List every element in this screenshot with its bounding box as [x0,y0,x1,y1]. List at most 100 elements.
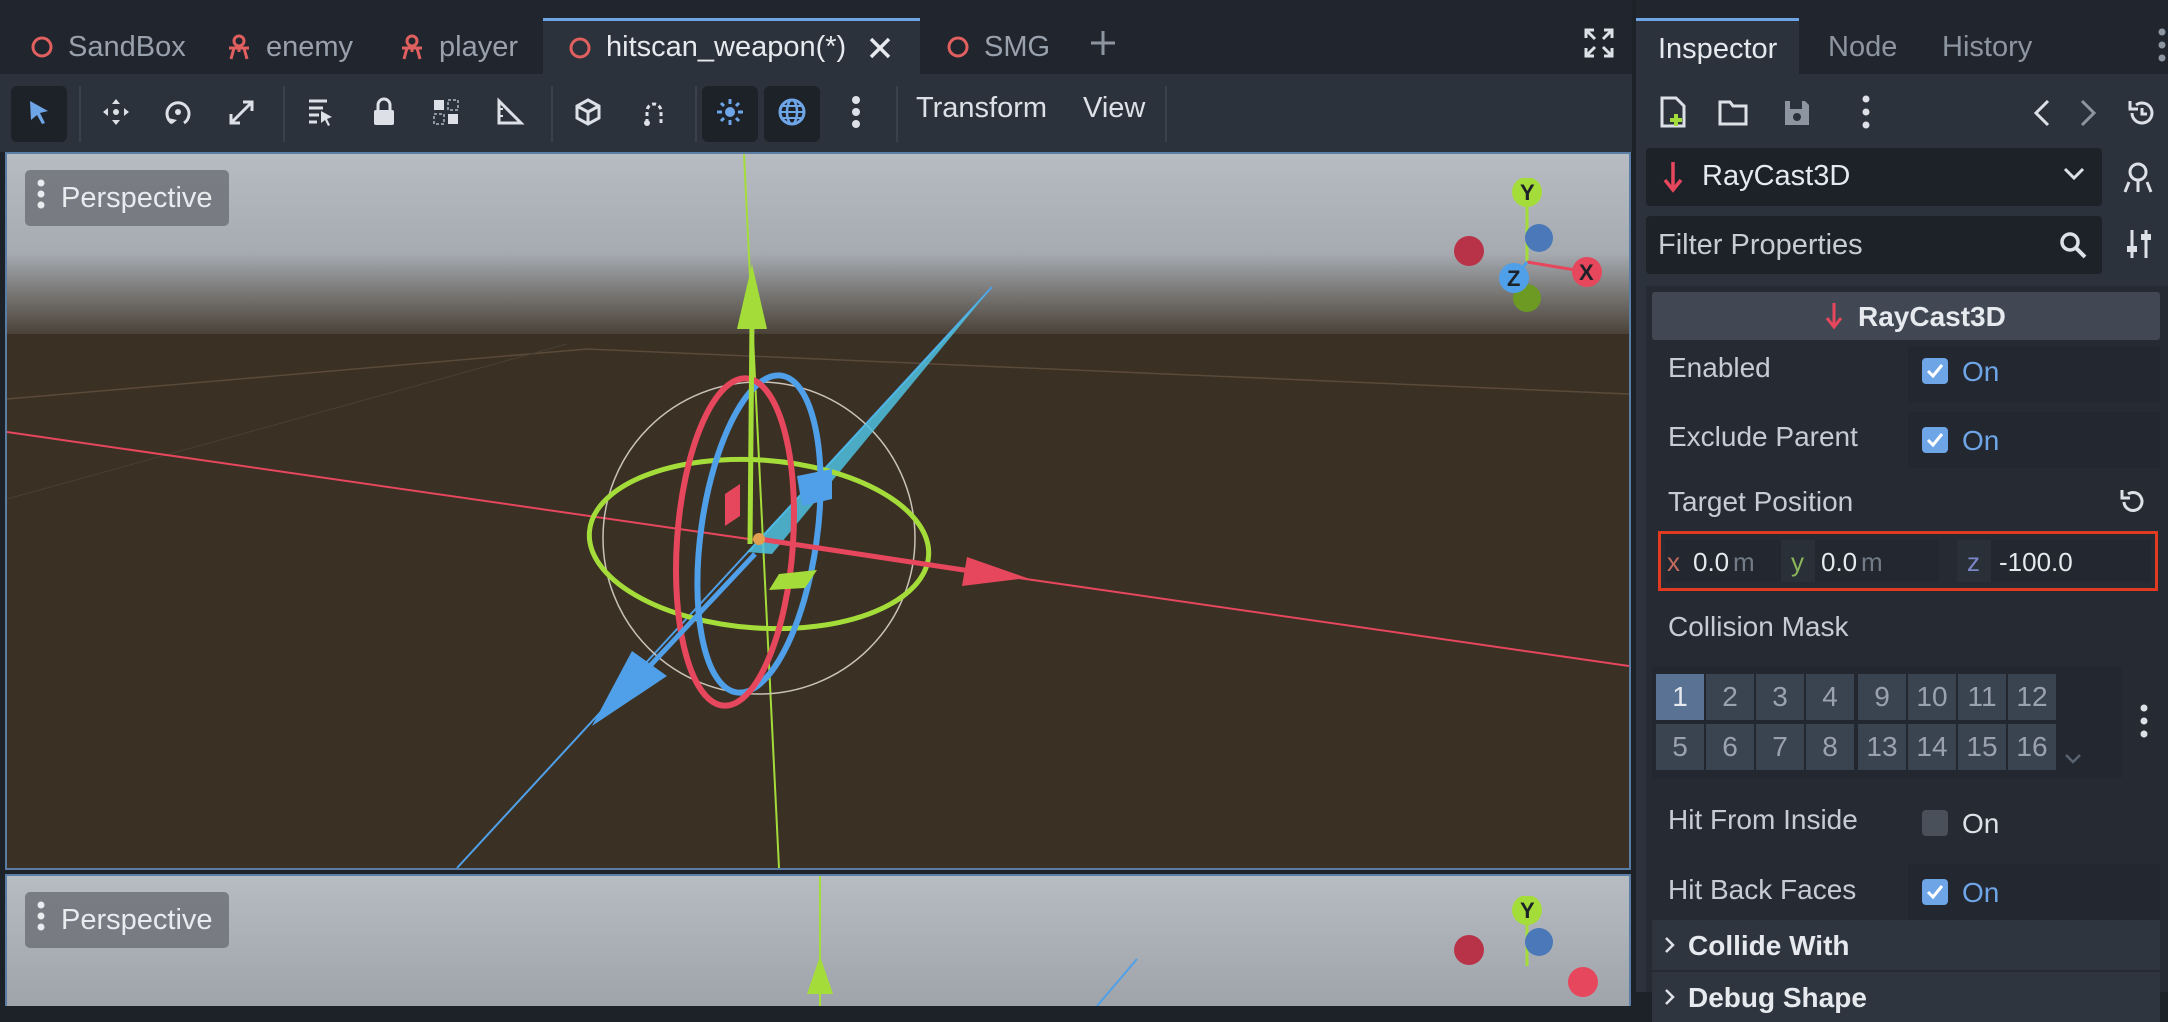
tab-node[interactable]: Node [1828,20,1897,74]
perspective-menu-button[interactable]: Perspective [25,892,229,948]
select-mode-button[interactable] [11,86,67,142]
distraction-free-button[interactable] [1584,20,1614,74]
sun-icon [715,97,745,132]
filter-properties-input[interactable]: Filter Properties [1646,216,2102,274]
mask-layer-11[interactable]: 11 [1958,674,2006,720]
ruler-icon [495,96,525,132]
hit-from-inside-value: On [1962,808,2000,839]
mask-layer-8[interactable]: 8 [1806,724,1854,770]
raycast-icon [1662,160,1684,199]
node-type-label: RayCast3D [1702,160,1851,192]
chevron-right-icon [1664,936,1676,959]
target-z-input[interactable]: -100.0 [1991,540,2151,582]
hit-back-faces-label: Hit Back Faces [1668,874,1857,905]
mask-layer-5[interactable]: 5 [1656,724,1704,770]
tab-hitscan-weapon[interactable]: hitscan_weapon(*) [543,18,920,74]
mask-layer-1[interactable]: 1 [1656,674,1704,720]
revert-icon[interactable] [2118,488,2146,521]
hit-from-inside-checkbox[interactable] [1922,810,1948,836]
mask-layer-16[interactable]: 16 [2008,724,2056,770]
enabled-checkbox[interactable] [1922,358,1948,384]
scene-render [7,154,1629,868]
y-value: 0.0 [1821,547,1858,577]
viewport-top[interactable]: Perspective Y X Z [5,152,1631,870]
save-icon[interactable] [1782,98,1812,133]
object-history-icon[interactable] [2126,98,2156,133]
hit-back-faces-checkbox[interactable] [1922,879,1948,905]
ruler-button[interactable] [482,86,538,142]
snap-button[interactable] [626,86,682,142]
tab-enemy[interactable]: enemy [226,20,353,74]
tab-history[interactable]: History [1942,20,2032,74]
scale-mode-button[interactable] [214,86,270,142]
debug-shape-group[interactable]: Debug Shape [1652,972,2160,1022]
group-button[interactable] [418,86,474,142]
z-value: -100.0 [1999,547,2073,577]
history-forward-icon[interactable] [2078,98,2098,133]
preview-sun-button[interactable] [702,86,758,142]
raycast-icon [1825,301,1843,336]
mask-layer-10[interactable]: 10 [1908,674,1956,720]
mask-layer-14[interactable]: 14 [1908,724,1956,770]
mask-layer-6[interactable]: 6 [1706,724,1754,770]
new-resource-icon[interactable] [1658,96,1688,133]
mask-layer-7[interactable]: 7 [1756,724,1804,770]
mask-layer-4[interactable]: 4 [1806,674,1854,720]
kebab-menu-icon [37,179,45,217]
z-axis-tag: z [1957,540,1991,582]
mask-layer-2[interactable]: 2 [1706,674,1754,720]
preview-environment-button[interactable] [764,86,820,142]
history-back-icon[interactable] [2032,98,2052,133]
kebab-menu-icon[interactable] [1862,95,1870,134]
viewport-bottom[interactable]: Perspective Y [5,874,1631,1006]
tab-label: enemy [266,30,354,63]
node-settings-icon[interactable] [2121,160,2155,199]
scale-icon [227,97,257,132]
more-options-button[interactable] [828,86,884,142]
mask-layer-13[interactable]: 13 [1858,724,1906,770]
group-icon [431,97,461,132]
target-y-input[interactable]: 0.0 m [1815,540,1939,582]
collision-mask-layers: 1 2 3 4 9 10 11 12 5 6 7 8 13 14 15 16 [1656,674,2116,774]
filter-settings-icon[interactable] [2124,228,2154,265]
transform-menu[interactable]: Transform [916,92,1047,125]
move-mode-button[interactable] [88,86,144,142]
tab-inspector[interactable]: Inspector [1636,18,1800,77]
plus-icon [1088,28,1118,66]
lock-button[interactable] [356,86,412,142]
chevron-down-icon[interactable] [2064,752,2082,770]
move-icon [101,97,131,132]
view-menu[interactable]: View [1083,92,1145,125]
inspector-panel: Inspector Node History RayCast3D Filter … [1636,0,2168,1022]
enabled-label: Enabled [1668,352,1771,383]
mask-layer-3[interactable]: 3 [1756,674,1804,720]
enabled-value: On [1962,356,2000,387]
tab-sandbox[interactable]: SandBox [30,20,186,74]
section-header[interactable]: RayCast3D [1652,292,2160,340]
mask-layer-12[interactable]: 12 [2008,674,2056,720]
close-icon[interactable] [868,36,892,60]
mask-layer-15[interactable]: 15 [1958,724,2006,770]
add-tab-button[interactable] [1088,20,1118,74]
mask-menu-icon[interactable] [2140,704,2148,743]
gizmo-y-label: Y [1520,180,1535,205]
tab-smg[interactable]: SMG [946,20,1050,74]
mask-layer-9[interactable]: 9 [1858,674,1906,720]
cube-icon [573,97,603,132]
list-select-button[interactable] [292,86,348,142]
tab-label: SandBox [68,30,186,63]
rotate-mode-button[interactable] [150,86,206,142]
perspective-label: Perspective [61,903,213,936]
gizmo-z-label: Z [1507,266,1521,291]
tab-player[interactable]: player [399,20,518,74]
panel-menu-icon[interactable] [2158,28,2166,67]
chevron-right-icon [1664,988,1676,1011]
perspective-menu-button[interactable]: Perspective [25,170,229,226]
filter-placeholder: Filter Properties [1658,229,1863,261]
exclude-parent-label: Exclude Parent [1668,421,1858,452]
exclude-parent-checkbox[interactable] [1922,427,1948,453]
local-space-button[interactable] [560,86,616,142]
collide-with-group[interactable]: Collide With [1652,920,2160,970]
node-selector[interactable]: RayCast3D [1646,148,2102,206]
open-folder-icon[interactable] [1718,98,1750,131]
